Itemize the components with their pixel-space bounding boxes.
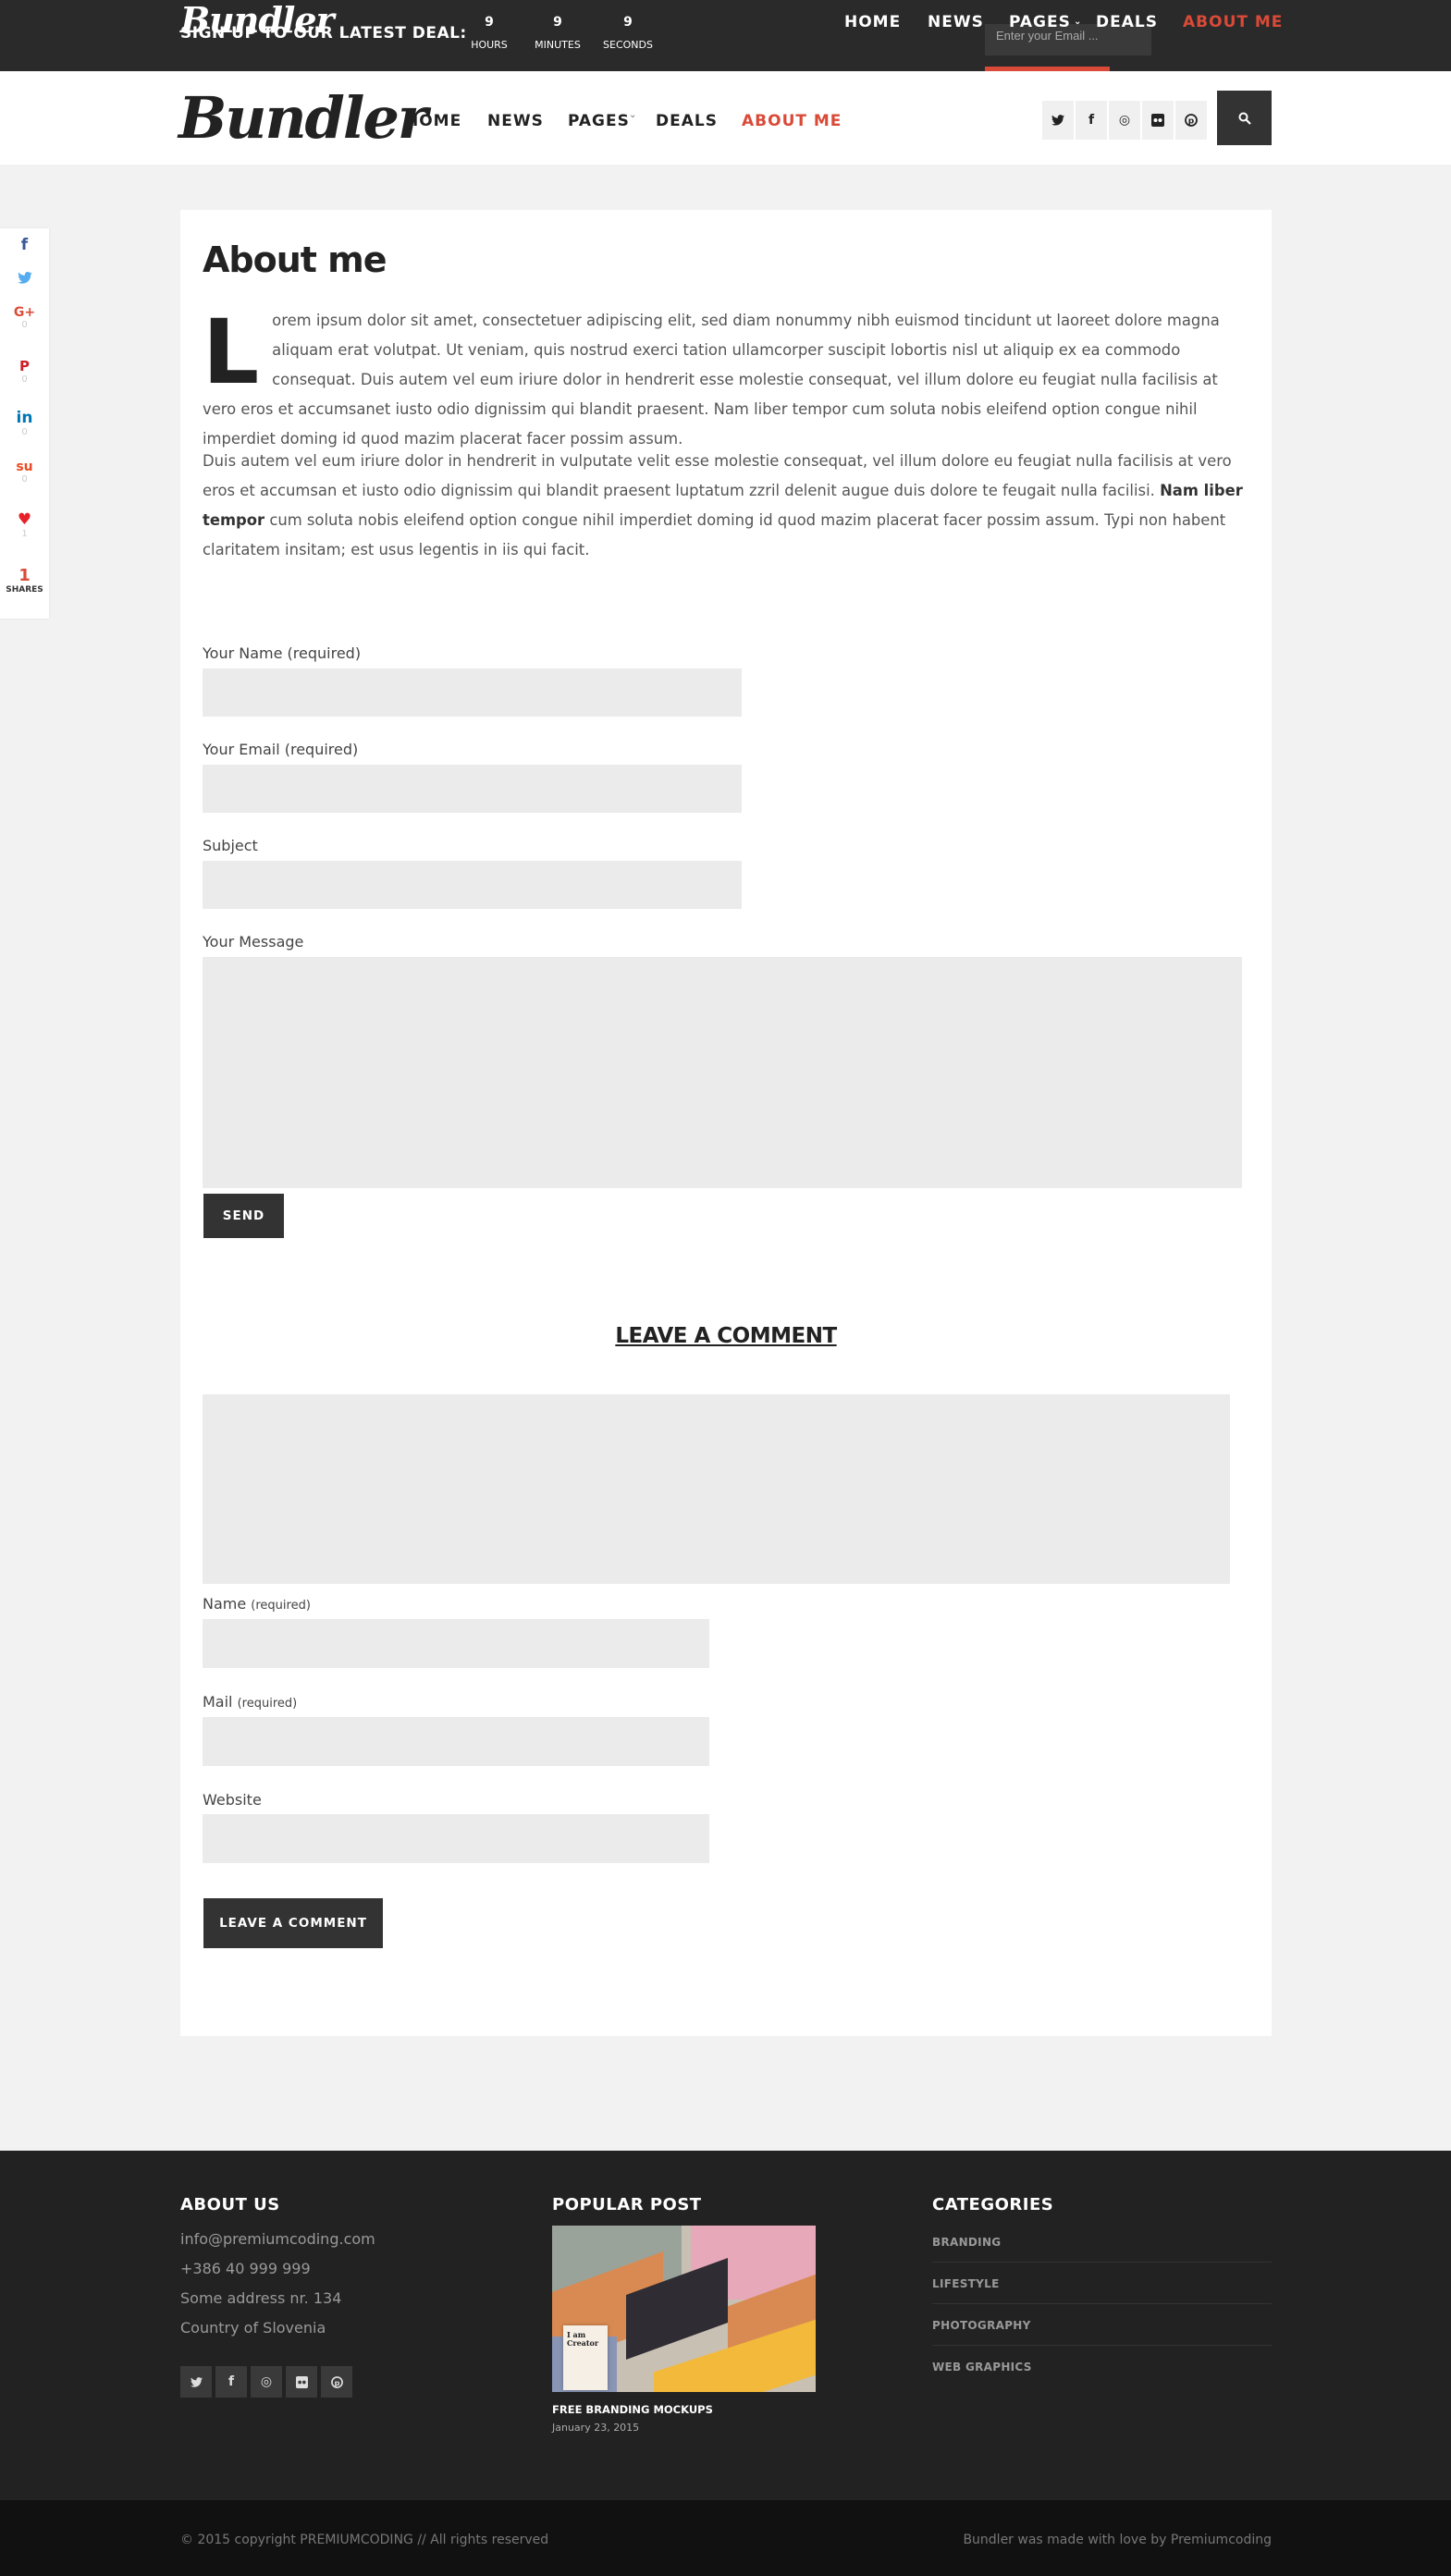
comment-mail-input[interactable] (203, 1717, 709, 1766)
nav-news[interactable]: NEWS (487, 112, 544, 130)
linkedin-icon: in (16, 409, 33, 427)
share-stumbleupon[interactable]: su 0 (0, 460, 49, 485)
send-button[interactable]: SEND (203, 1194, 284, 1238)
category-branding[interactable]: BRANDING (932, 2236, 1272, 2263)
your-email-label: Your Email (required) (203, 741, 359, 758)
heart-icon: ♥ (17, 510, 32, 529)
twitter-icon (0, 270, 49, 288)
top-nav-deals[interactable]: DEALS (1096, 13, 1158, 31)
share-twitter[interactable] (0, 270, 49, 288)
share-linkedin[interactable]: in 0 (0, 409, 49, 437)
your-email-input[interactable] (203, 765, 742, 813)
popular-post-date: January 23, 2015 (552, 2422, 640, 2434)
chevron-down-icon: ⌄ (1074, 17, 1083, 27)
category-web-graphics[interactable]: WEB GRAPHICS (932, 2361, 1272, 2386)
flickr-icon[interactable] (1142, 101, 1174, 140)
subject-input[interactable] (203, 861, 742, 909)
top-nav-about[interactable]: ABOUT ME (1183, 13, 1283, 31)
pinterest-icon: P (19, 358, 30, 374)
made-with-text: Bundler was made with love by Premiumcod… (963, 2533, 1272, 2547)
category-photography[interactable]: PHOTOGRAPHY (932, 2319, 1272, 2346)
bottom-bar: © 2015 copyright PREMIUMCODING // All ri… (0, 2500, 1451, 2576)
comment-mail-label: Mail (required) (203, 1693, 298, 1711)
popular-post-image[interactable]: I am Creator (552, 2226, 816, 2392)
leave-comment-title: LEAVE A COMMENT (615, 1324, 837, 1348)
footer-phone: +386 40 999 999 (180, 2260, 311, 2277)
dribbble-icon[interactable]: ◎ (251, 2366, 282, 2398)
share-pinterest[interactable]: P 0 (0, 358, 49, 385)
twitter-icon[interactable] (1042, 101, 1074, 140)
second-paragraph: Duis autem vel eum iriure dolor in hendr… (203, 452, 1243, 558)
google-plus-icon: G+ (13, 305, 36, 320)
pinterest-icon[interactable]: p (321, 2366, 352, 2398)
footer-address: Some address nr. 134 (180, 2289, 342, 2307)
top-nav-home[interactable]: HOME (844, 13, 901, 31)
svg-text:p: p (334, 2377, 339, 2386)
search-icon (1238, 112, 1251, 125)
subject-label: Subject (203, 837, 258, 854)
comment-name-label: Name (required) (203, 1595, 311, 1613)
share-facebook[interactable]: f (0, 236, 49, 254)
site-header: Bundler HOME NEWS PAGES ⌄ DEALS ABOUT ME… (0, 71, 1451, 165)
chevron-down-icon: ⌄ (629, 110, 638, 120)
nav-deals[interactable]: DEALS (656, 112, 718, 130)
facebook-icon: f (20, 236, 29, 254)
page-title: About me (203, 239, 387, 280)
search-button[interactable] (1217, 91, 1272, 145)
pinterest-icon[interactable]: p (1175, 101, 1207, 140)
top-nav-news[interactable]: NEWS (928, 13, 984, 31)
countdown-seconds: 9 SECONDS (603, 15, 653, 51)
stumbleupon-icon: su (16, 460, 33, 474)
nav-pages[interactable]: PAGES (568, 112, 630, 130)
share-google-plus[interactable]: G+ 0 (0, 305, 49, 330)
nav-home[interactable]: HOME (405, 112, 461, 130)
footer-country: Country of Slovenia (180, 2319, 326, 2337)
top-nav-pages[interactable]: PAGES (1009, 13, 1071, 31)
site-footer: ABOUT US info@premiumcoding.com +386 40 … (0, 2151, 1451, 2500)
countdown-minutes: 9 MINUTES (535, 15, 581, 51)
svg-text:p: p (1188, 117, 1195, 127)
share-total: 1 SHARES (6, 566, 43, 595)
popular-post-title[interactable]: FREE BRANDING MOCKUPS (552, 2403, 713, 2416)
comment-textarea[interactable] (203, 1394, 1230, 1584)
footer-email[interactable]: info@premiumcoding.com (180, 2230, 375, 2248)
your-name-label: Your Name (required) (203, 644, 362, 662)
category-lifestyle[interactable]: LIFESTYLE (932, 2277, 1272, 2304)
comment-name-input[interactable] (203, 1619, 709, 1668)
top-deal-bar: Bundler SIGN UP TO OUR LATEST DEAL: 9 HO… (0, 0, 1451, 71)
comment-website-input[interactable] (203, 1814, 709, 1863)
facebook-icon[interactable]: f (1076, 101, 1107, 140)
content-card: About me Lorem ipsum dolor sit amet, con… (180, 210, 1272, 2036)
comment-website-label: Website (203, 1791, 262, 1809)
message-label: Your Message (203, 933, 304, 951)
deal-text: SIGN UP TO OUR LATEST DEAL: (180, 24, 467, 43)
nav-about[interactable]: ABOUT ME (742, 112, 842, 130)
dribbble-icon[interactable]: ◎ (1109, 101, 1140, 140)
footer-about-title: ABOUT US (180, 2195, 280, 2214)
share-sidebar: f G+ 0 P 0 in 0 su 0 ♥ 1 1 SHARES (0, 228, 49, 619)
footer-categories-title: CATEGORIES (932, 2195, 1054, 2214)
your-name-input[interactable] (203, 669, 742, 717)
dropcap: L (203, 301, 260, 404)
twitter-icon[interactable] (180, 2366, 212, 2398)
countdown-hours: 9 HOURS (471, 15, 508, 51)
footer-popular-title: POPULAR POST (552, 2195, 702, 2214)
flickr-icon[interactable] (286, 2366, 317, 2398)
message-textarea[interactable] (203, 957, 1242, 1188)
share-love[interactable]: ♥ 1 (0, 510, 49, 539)
copyright-text: © 2015 copyright PREMIUMCODING // All ri… (180, 2533, 549, 2547)
leave-comment-button[interactable]: LEAVE A COMMENT (203, 1898, 383, 1948)
facebook-icon[interactable]: f (215, 2366, 247, 2398)
post-image-text: I am Creator (567, 2330, 599, 2348)
intro-paragraph: Lorem ipsum dolor sit amet, consectetuer… (203, 301, 1220, 448)
site-logo[interactable]: Bundler (178, 86, 428, 151)
